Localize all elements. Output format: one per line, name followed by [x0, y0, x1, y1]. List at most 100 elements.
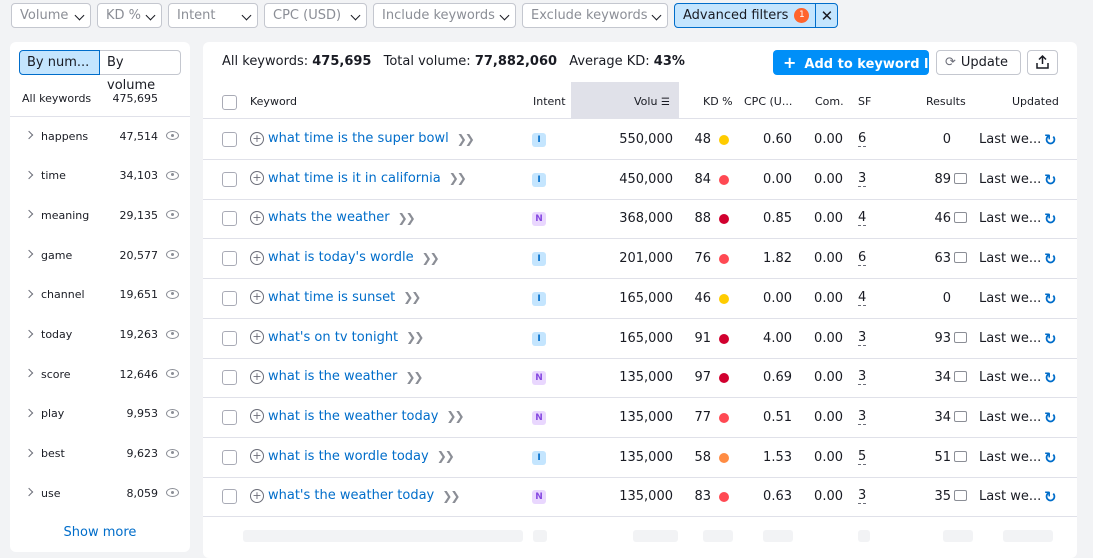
- column-results[interactable]: Results: [926, 95, 966, 108]
- column-sf[interactable]: SF: [858, 95, 871, 108]
- chevron-right-icon[interactable]: [24, 448, 34, 457]
- add-circle-icon[interactable]: +: [250, 409, 264, 424]
- eye-icon[interactable]: [166, 448, 179, 458]
- exclude-keywords-filter[interactable]: Exclude keywords: [522, 3, 668, 28]
- keyword-group-item[interactable]: meaning 29,135: [10, 205, 190, 225]
- column-kd[interactable]: KD %: [703, 95, 733, 108]
- row-checkbox[interactable]: [222, 370, 237, 386]
- double-chevron-right-icon[interactable]: ❯❯: [406, 330, 424, 344]
- keyword-group-item[interactable]: channel 19,651: [10, 285, 190, 305]
- keyword-group-item[interactable]: best 9,623: [10, 444, 190, 464]
- row-checkbox[interactable]: [222, 132, 237, 147]
- add-circle-icon[interactable]: +: [250, 171, 264, 186]
- double-chevron-right-icon[interactable]: ❯❯: [398, 211, 416, 225]
- export-button[interactable]: [1027, 50, 1058, 75]
- add-circle-icon[interactable]: +: [250, 449, 264, 464]
- column-keyword[interactable]: Keyword: [250, 95, 297, 108]
- keyword-link[interactable]: what's on tv tonight: [268, 330, 398, 345]
- double-chevron-right-icon[interactable]: ❯❯: [457, 132, 475, 146]
- keyword-group-item[interactable]: happens 47,514: [10, 126, 190, 146]
- row-checkbox[interactable]: [222, 449, 237, 465]
- refresh-icon[interactable]: ↻: [1044, 210, 1057, 228]
- cpc-filter[interactable]: CPC (USD): [264, 3, 367, 28]
- chevron-right-icon[interactable]: [24, 170, 34, 179]
- serp-features-link[interactable]: 6: [858, 251, 867, 267]
- column-volume[interactable]: Volu ☰: [634, 95, 670, 108]
- refresh-icon[interactable]: ↻: [1044, 330, 1057, 348]
- serp-features-link[interactable]: 3: [858, 409, 867, 425]
- keyword-group-item[interactable]: game 20,577: [10, 245, 190, 265]
- column-updated[interactable]: Updated: [1012, 95, 1059, 108]
- keyword-link[interactable]: what is the weather: [268, 369, 397, 384]
- serp-features-link[interactable]: 3: [858, 489, 867, 505]
- eye-icon[interactable]: [166, 131, 179, 140]
- chevron-right-icon[interactable]: [24, 130, 34, 140]
- keyword-link[interactable]: what time is it in california: [268, 171, 441, 186]
- eye-icon[interactable]: [166, 408, 179, 418]
- double-chevron-right-icon[interactable]: ❯❯: [403, 290, 421, 304]
- chevron-right-icon[interactable]: [24, 408, 34, 418]
- add-circle-icon[interactable]: +: [250, 290, 264, 305]
- refresh-icon[interactable]: ↻: [1044, 290, 1057, 308]
- row-checkbox[interactable]: [222, 489, 237, 505]
- row-checkbox[interactable]: [222, 290, 237, 306]
- include-keywords-filter[interactable]: Include keywords: [373, 3, 516, 28]
- eye-icon[interactable]: [166, 170, 179, 180]
- refresh-icon[interactable]: ↻: [1044, 369, 1057, 387]
- serp-preview-icon[interactable]: [954, 172, 967, 184]
- keyword-group-item[interactable]: time 34,103: [10, 166, 190, 186]
- row-checkbox[interactable]: [222, 409, 237, 425]
- chevron-right-icon[interactable]: [24, 329, 34, 338]
- update-button[interactable]: ⟳ Update: [936, 50, 1021, 75]
- keyword-link[interactable]: what time is sunset: [268, 290, 395, 305]
- serp-features-link[interactable]: 6: [858, 132, 867, 147]
- keyword-link[interactable]: what time is the super bowl: [268, 131, 449, 146]
- all-keywords-row[interactable]: All keywords 475,695: [22, 92, 158, 105]
- eye-icon[interactable]: [166, 369, 179, 379]
- column-cpc[interactable]: CPC (U...: [744, 95, 792, 108]
- serp-preview-icon[interactable]: [954, 490, 967, 502]
- double-chevron-right-icon[interactable]: ❯❯: [449, 171, 467, 185]
- row-checkbox[interactable]: [222, 211, 237, 227]
- add-to-keyword-list-button[interactable]: + Add to keyword list: [773, 50, 947, 75]
- keyword-group-item[interactable]: use 8,059: [10, 483, 190, 503]
- chevron-right-icon[interactable]: [24, 368, 34, 378]
- row-checkbox[interactable]: [222, 251, 237, 267]
- chevron-right-icon[interactable]: [24, 249, 34, 259]
- serp-features-link[interactable]: 3: [858, 171, 867, 187]
- keyword-link[interactable]: what is the weather today: [268, 409, 438, 424]
- add-circle-icon[interactable]: +: [250, 330, 264, 344]
- keyword-group-item[interactable]: today 19,263: [10, 325, 190, 345]
- serp-preview-icon[interactable]: [954, 410, 967, 422]
- eye-icon[interactable]: [166, 289, 179, 299]
- volume-filter[interactable]: Volume: [11, 3, 91, 28]
- serp-features-link[interactable]: 5: [858, 449, 867, 465]
- serp-features-link[interactable]: 4: [858, 290, 867, 306]
- serp-preview-icon[interactable]: [954, 212, 967, 224]
- refresh-icon[interactable]: ↻: [1044, 488, 1057, 506]
- refresh-icon[interactable]: ↻: [1044, 250, 1057, 268]
- serp-preview-icon[interactable]: [954, 450, 967, 462]
- double-chevron-right-icon[interactable]: ❯❯: [405, 370, 423, 384]
- by-volume-toggle[interactable]: By volume: [100, 50, 181, 93]
- close-icon[interactable]: ✕: [815, 4, 837, 27]
- serp-preview-icon[interactable]: [954, 331, 967, 343]
- serp-preview-icon[interactable]: [954, 252, 967, 264]
- double-chevron-right-icon[interactable]: ❯❯: [442, 489, 460, 503]
- add-circle-icon[interactable]: +: [250, 250, 264, 265]
- eye-icon[interactable]: [166, 329, 179, 339]
- serp-features-link[interactable]: 3: [858, 330, 867, 346]
- double-chevron-right-icon[interactable]: ❯❯: [437, 449, 455, 463]
- eye-icon[interactable]: [166, 488, 179, 498]
- intent-filter[interactable]: Intent: [168, 3, 258, 28]
- column-intent[interactable]: Intent: [533, 95, 566, 108]
- add-circle-icon[interactable]: +: [250, 488, 264, 503]
- refresh-icon[interactable]: ↻: [1044, 131, 1057, 149]
- double-chevron-right-icon[interactable]: ❯❯: [446, 409, 464, 423]
- serp-features-link[interactable]: 3: [858, 370, 867, 386]
- double-chevron-right-icon[interactable]: ❯❯: [422, 251, 440, 265]
- add-circle-icon[interactable]: +: [250, 210, 264, 225]
- refresh-icon[interactable]: ↻: [1044, 409, 1057, 427]
- keyword-link[interactable]: what is today's wordle: [268, 250, 414, 265]
- keyword-link[interactable]: whats the weather: [268, 210, 390, 225]
